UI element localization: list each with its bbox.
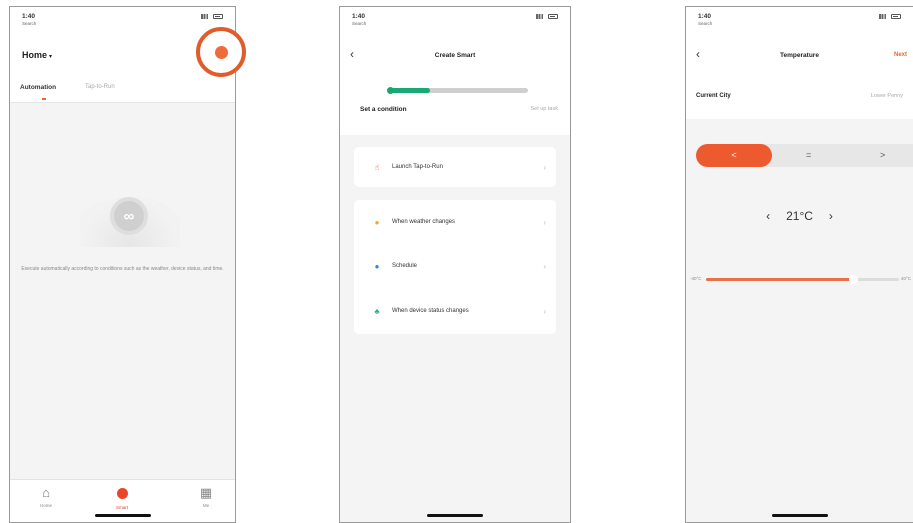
status-time: 1:40	[22, 13, 36, 20]
slider-fill	[706, 278, 853, 281]
status-carrier: Search	[698, 21, 713, 26]
status-icons	[201, 14, 223, 19]
clock-icon: ●	[374, 261, 380, 271]
tab-home[interactable]: ⌂ Home	[26, 485, 66, 508]
chevron-right-icon: ›	[543, 162, 546, 172]
empty-state-text: Execute automatically according to condi…	[21, 266, 224, 272]
tab-smart[interactable]: Smart	[102, 485, 142, 510]
progress-bar	[387, 87, 528, 94]
card-conditions: ● When weather changes › ● Schedule › ♣ …	[354, 200, 556, 334]
battery-icon	[213, 14, 223, 19]
add-button-highlight	[196, 27, 246, 77]
tab-smart-label: Smart	[115, 505, 128, 510]
next-button[interactable]: Next	[894, 52, 907, 58]
segment-less-than[interactable]: <	[696, 144, 772, 167]
list-item-schedule[interactable]: ● Schedule ›	[354, 246, 556, 286]
list-item-launch-tap-to-run[interactable]: ☝ Launch Tap-to-Run ›	[354, 147, 556, 187]
chevron-right-icon: ›	[543, 261, 546, 271]
infinity-icon: ∞	[110, 197, 148, 235]
signal-icon	[201, 14, 210, 19]
slider-min-label: -40°C	[690, 276, 702, 281]
tab-home-label: Home	[39, 503, 52, 508]
status-bar: 1:40 Search	[340, 11, 570, 31]
chevron-right-icon: ›	[543, 217, 546, 227]
page-title: Create Smart	[434, 52, 476, 59]
chevron-right-icon: ›	[543, 306, 546, 316]
status-carrier: Search	[352, 21, 367, 26]
sun-icon: ●	[374, 217, 380, 227]
home-indicator	[427, 514, 483, 517]
tab-me[interactable]: ▦ Me	[186, 485, 226, 508]
list-item-device-status[interactable]: ♣ When device status changes ›	[354, 291, 556, 331]
progress-knob	[387, 87, 394, 94]
increase-icon[interactable]: ›	[829, 209, 833, 223]
current-city-value[interactable]: Lower Penny	[871, 93, 903, 99]
page-title: Temperature	[780, 52, 819, 59]
home-title-label: Home	[22, 50, 48, 60]
empty-state-illustration: ∞	[80, 179, 180, 249]
status-icons	[879, 14, 901, 19]
phone-create-smart-screen: 1:40 Search ‹ Create Smart Set a conditi…	[339, 6, 571, 523]
device-icon: ♣	[374, 306, 380, 316]
step-current: Set a condition	[360, 106, 407, 113]
list-item-label: When weather changes	[392, 219, 456, 225]
list-item-label: Schedule	[392, 263, 418, 269]
battery-icon	[548, 14, 558, 19]
signal-icon	[536, 14, 545, 19]
me-icon: ▦	[199, 485, 213, 500]
plus-circle-icon[interactable]	[215, 46, 228, 59]
list-item-weather[interactable]: ● When weather changes ›	[354, 202, 556, 242]
phone-smart-screen: 1:40 Search Home ▾ Automation Tap-to-Run …	[9, 6, 236, 523]
decrease-icon[interactable]: ‹	[766, 209, 770, 223]
smart-icon	[102, 485, 142, 503]
battery-icon	[891, 14, 901, 19]
screenshot: 1:40 Search Home ▾ Automation Tap-to-Run …	[0, 0, 913, 523]
tab-me-label: Me	[202, 503, 210, 508]
temperature-stepper: ‹ 21°C ›	[686, 209, 913, 223]
comparison-segmented-control: < = >	[696, 144, 913, 167]
tab-automation[interactable]: Automation	[20, 84, 56, 91]
signal-icon	[879, 14, 888, 19]
phone-temperature-screen: 1:40 Search ‹ Temperature Next Current C…	[685, 6, 913, 523]
list-item-label: When device status changes	[392, 308, 469, 314]
segment-greater-than[interactable]: >	[880, 144, 885, 167]
home-indicator	[771, 514, 828, 517]
card-tap-to-run: ☝ Launch Tap-to-Run ›	[354, 147, 556, 187]
segment-equal[interactable]: =	[806, 144, 811, 167]
progress-fill	[387, 87, 430, 94]
status-time: 1:40	[698, 13, 712, 20]
home-selector[interactable]: Home ▾	[22, 50, 52, 60]
list-item-label: Launch Tap-to-Run	[392, 164, 443, 170]
active-tab-indicator	[42, 98, 46, 100]
temperature-slider[interactable]	[706, 275, 899, 284]
status-bar: 1:40 Search	[10, 11, 235, 31]
status-time: 1:40	[352, 13, 366, 20]
status-icons	[536, 14, 558, 19]
tap-icon: ☝	[374, 162, 380, 172]
home-icon: ⌂	[42, 485, 50, 500]
home-indicator	[94, 514, 151, 517]
status-carrier: Search	[22, 21, 37, 26]
slider-handle[interactable]	[848, 275, 858, 284]
slider-max-label: 40°C	[900, 276, 911, 281]
step-next: Set up task	[530, 106, 558, 112]
status-bar: 1:40 Search	[686, 11, 913, 31]
chevron-down-icon: ▾	[49, 54, 53, 60]
tab-tap-to-run[interactable]: Tap-to-Run	[85, 84, 115, 90]
temperature-value: 21°C	[786, 209, 813, 223]
current-city-label: Current City	[696, 93, 731, 99]
